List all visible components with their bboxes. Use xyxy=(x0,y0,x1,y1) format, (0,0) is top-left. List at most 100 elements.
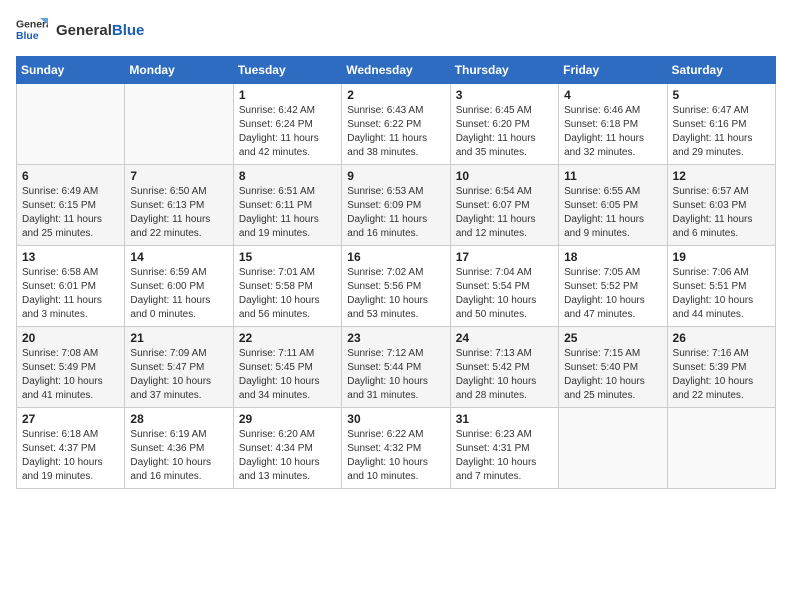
calendar-week-row: 13 Sunrise: 6:58 AMSunset: 6:01 PMDayligh… xyxy=(17,246,776,327)
day-number: 14 xyxy=(130,250,227,264)
calendar-cell: 1 Sunrise: 6:42 AMSunset: 6:24 PMDaylight… xyxy=(233,84,341,165)
calendar-cell: 26Sunrise: 7:16 AMSunset: 5:39 PMDayligh… xyxy=(667,327,775,408)
day-info: Sunrise: 6:59 AMSunset: 6:00 PMDaylight:… xyxy=(130,266,227,322)
calendar-week-row: 1 Sunrise: 6:42 AMSunset: 6:24 PMDaylight… xyxy=(17,84,776,165)
page-header: General Blue GeneralBlue xyxy=(16,16,776,44)
day-info: Sunrise: 6:18 AMSunset: 4:37 PMDaylight:… xyxy=(22,428,119,484)
day-number: 5 xyxy=(673,88,770,102)
day-info: Sunrise: 6:43 AMSunset: 6:22 PMDaylight:… xyxy=(347,104,444,160)
day-info: Sunrise: 7:05 AMSunset: 5:52 PMDaylight:… xyxy=(564,266,661,322)
day-info: Sunrise: 6:20 AMSunset: 4:34 PMDaylight:… xyxy=(239,428,336,484)
calendar-cell: 8Sunrise: 6:51 AMSunset: 6:11 PMDaylight… xyxy=(233,165,341,246)
day-info: Sunrise: 7:02 AMSunset: 5:56 PMDaylight:… xyxy=(347,266,444,322)
day-number: 23 xyxy=(347,331,444,345)
day-info: Sunrise: 7:09 AMSunset: 5:47 PMDaylight:… xyxy=(130,347,227,403)
day-number: 7 xyxy=(130,169,227,183)
day-number: 27 xyxy=(22,412,119,426)
day-info: Sunrise: 6:55 AMSunset: 6:05 PMDaylight:… xyxy=(564,185,661,241)
day-number: 30 xyxy=(347,412,444,426)
calendar-cell: 16 Sunrise: 7:02 AMSunset: 5:56 PMDayligh… xyxy=(342,246,450,327)
day-number: 17 xyxy=(456,250,553,264)
calendar-cell: 24 Sunrise: 7:13 AMSunset: 5:42 PMDayligh… xyxy=(450,327,558,408)
day-info: Sunrise: 7:13 AMSunset: 5:42 PMDaylight:… xyxy=(456,347,553,403)
calendar-header-row: SundayMondayTuesdayWednesdayThursdayFrid… xyxy=(17,57,776,84)
day-info: Sunrise: 6:49 AMSunset: 6:15 PMDaylight:… xyxy=(22,185,119,241)
calendar-cell: 15Sunrise: 7:01 AMSunset: 5:58 PMDayligh… xyxy=(233,246,341,327)
day-info: Sunrise: 6:54 AMSunset: 6:07 PMDaylight:… xyxy=(456,185,553,241)
calendar-cell: 27 Sunrise: 6:18 AMSunset: 4:37 PMDayligh… xyxy=(17,408,125,489)
logo-icon: General Blue xyxy=(16,16,48,44)
weekday-header: Wednesday xyxy=(342,57,450,84)
day-number: 20 xyxy=(22,331,119,345)
day-info: Sunrise: 6:22 AMSunset: 4:32 PMDaylight:… xyxy=(347,428,444,484)
day-info: Sunrise: 7:08 AMSunset: 5:49 PMDaylight:… xyxy=(22,347,119,403)
calendar-cell: 28 Sunrise: 6:19 AMSunset: 4:36 PMDayligh… xyxy=(125,408,233,489)
day-info: Sunrise: 7:06 AMSunset: 5:51 PMDaylight:… xyxy=(673,266,770,322)
day-info: Sunrise: 6:45 AMSunset: 6:20 PMDaylight:… xyxy=(456,104,553,160)
day-info: Sunrise: 7:16 AMSunset: 5:39 PMDaylight:… xyxy=(673,347,770,403)
calendar-cell: 29 Sunrise: 6:20 AMSunset: 4:34 PMDayligh… xyxy=(233,408,341,489)
day-info: Sunrise: 6:57 AMSunset: 6:03 PMDaylight:… xyxy=(673,185,770,241)
day-number: 29 xyxy=(239,412,336,426)
day-number: 2 xyxy=(347,88,444,102)
day-info: Sunrise: 7:12 AMSunset: 5:44 PMDaylight:… xyxy=(347,347,444,403)
day-number: 21 xyxy=(130,331,227,345)
calendar-cell: 5 Sunrise: 6:47 AMSunset: 6:16 PMDaylight… xyxy=(667,84,775,165)
calendar-cell: 23 Sunrise: 7:12 AMSunset: 5:44 PMDayligh… xyxy=(342,327,450,408)
calendar-cell xyxy=(559,408,667,489)
day-info: Sunrise: 6:47 AMSunset: 6:16 PMDaylight:… xyxy=(673,104,770,160)
calendar-cell: 11 Sunrise: 6:55 AMSunset: 6:05 PMDayligh… xyxy=(559,165,667,246)
day-number: 25 xyxy=(564,331,661,345)
day-info: Sunrise: 6:23 AMSunset: 4:31 PMDaylight:… xyxy=(456,428,553,484)
calendar-cell xyxy=(667,408,775,489)
calendar-cell: 4Sunrise: 6:46 AMSunset: 6:18 PMDaylight… xyxy=(559,84,667,165)
calendar-cell: 22 Sunrise: 7:11 AMSunset: 5:45 PMDayligh… xyxy=(233,327,341,408)
weekday-header: Friday xyxy=(559,57,667,84)
calendar-cell: 13 Sunrise: 6:58 AMSunset: 6:01 PMDayligh… xyxy=(17,246,125,327)
calendar-cell: 3 Sunrise: 6:45 AMSunset: 6:20 PMDaylight… xyxy=(450,84,558,165)
day-info: Sunrise: 6:19 AMSunset: 4:36 PMDaylight:… xyxy=(130,428,227,484)
day-info: Sunrise: 7:04 AMSunset: 5:54 PMDaylight:… xyxy=(456,266,553,322)
calendar-cell xyxy=(125,84,233,165)
day-number: 3 xyxy=(456,88,553,102)
day-info: Sunrise: 7:15 AMSunset: 5:40 PMDaylight:… xyxy=(564,347,661,403)
calendar-cell: 14 Sunrise: 6:59 AMSunset: 6:00 PMDayligh… xyxy=(125,246,233,327)
day-number: 18 xyxy=(564,250,661,264)
day-number: 15 xyxy=(239,250,336,264)
day-number: 1 xyxy=(239,88,336,102)
day-number: 24 xyxy=(456,331,553,345)
calendar-cell: 10 Sunrise: 6:54 AMSunset: 6:07 PMDayligh… xyxy=(450,165,558,246)
day-info: Sunrise: 6:53 AMSunset: 6:09 PMDaylight:… xyxy=(347,185,444,241)
day-number: 16 xyxy=(347,250,444,264)
calendar-cell: 25 Sunrise: 7:15 AMSunset: 5:40 PMDayligh… xyxy=(559,327,667,408)
day-number: 31 xyxy=(456,412,553,426)
weekday-header: Thursday xyxy=(450,57,558,84)
day-number: 6 xyxy=(22,169,119,183)
logo-text: GeneralBlue xyxy=(56,22,144,39)
calendar-cell: 9 Sunrise: 6:53 AMSunset: 6:09 PMDaylight… xyxy=(342,165,450,246)
calendar-cell: 20 Sunrise: 7:08 AMSunset: 5:49 PMDayligh… xyxy=(17,327,125,408)
calendar-week-row: 27 Sunrise: 6:18 AMSunset: 4:37 PMDayligh… xyxy=(17,408,776,489)
day-info: Sunrise: 6:42 AMSunset: 6:24 PMDaylight:… xyxy=(239,104,336,160)
day-info: Sunrise: 7:11 AMSunset: 5:45 PMDaylight:… xyxy=(239,347,336,403)
day-number: 28 xyxy=(130,412,227,426)
day-number: 9 xyxy=(347,169,444,183)
calendar-cell: 31 Sunrise: 6:23 AMSunset: 4:31 PMDayligh… xyxy=(450,408,558,489)
calendar-cell: 17 Sunrise: 7:04 AMSunset: 5:54 PMDayligh… xyxy=(450,246,558,327)
day-info: Sunrise: 6:58 AMSunset: 6:01 PMDaylight:… xyxy=(22,266,119,322)
day-info: Sunrise: 6:50 AMSunset: 6:13 PMDaylight:… xyxy=(130,185,227,241)
weekday-header: Monday xyxy=(125,57,233,84)
day-number: 4 xyxy=(564,88,661,102)
weekday-header: Sunday xyxy=(17,57,125,84)
calendar-table: SundayMondayTuesdayWednesdayThursdayFrid… xyxy=(16,56,776,489)
day-number: 22 xyxy=(239,331,336,345)
calendar-cell xyxy=(17,84,125,165)
day-number: 11 xyxy=(564,169,661,183)
calendar-cell: 30 Sunrise: 6:22 AMSunset: 4:32 PMDayligh… xyxy=(342,408,450,489)
svg-text:Blue: Blue xyxy=(16,31,39,42)
calendar-cell: 18 Sunrise: 7:05 AMSunset: 5:52 PMDayligh… xyxy=(559,246,667,327)
svg-text:General: General xyxy=(16,20,48,31)
day-number: 13 xyxy=(22,250,119,264)
day-number: 10 xyxy=(456,169,553,183)
calendar-cell: 6 Sunrise: 6:49 AMSunset: 6:15 PMDaylight… xyxy=(17,165,125,246)
